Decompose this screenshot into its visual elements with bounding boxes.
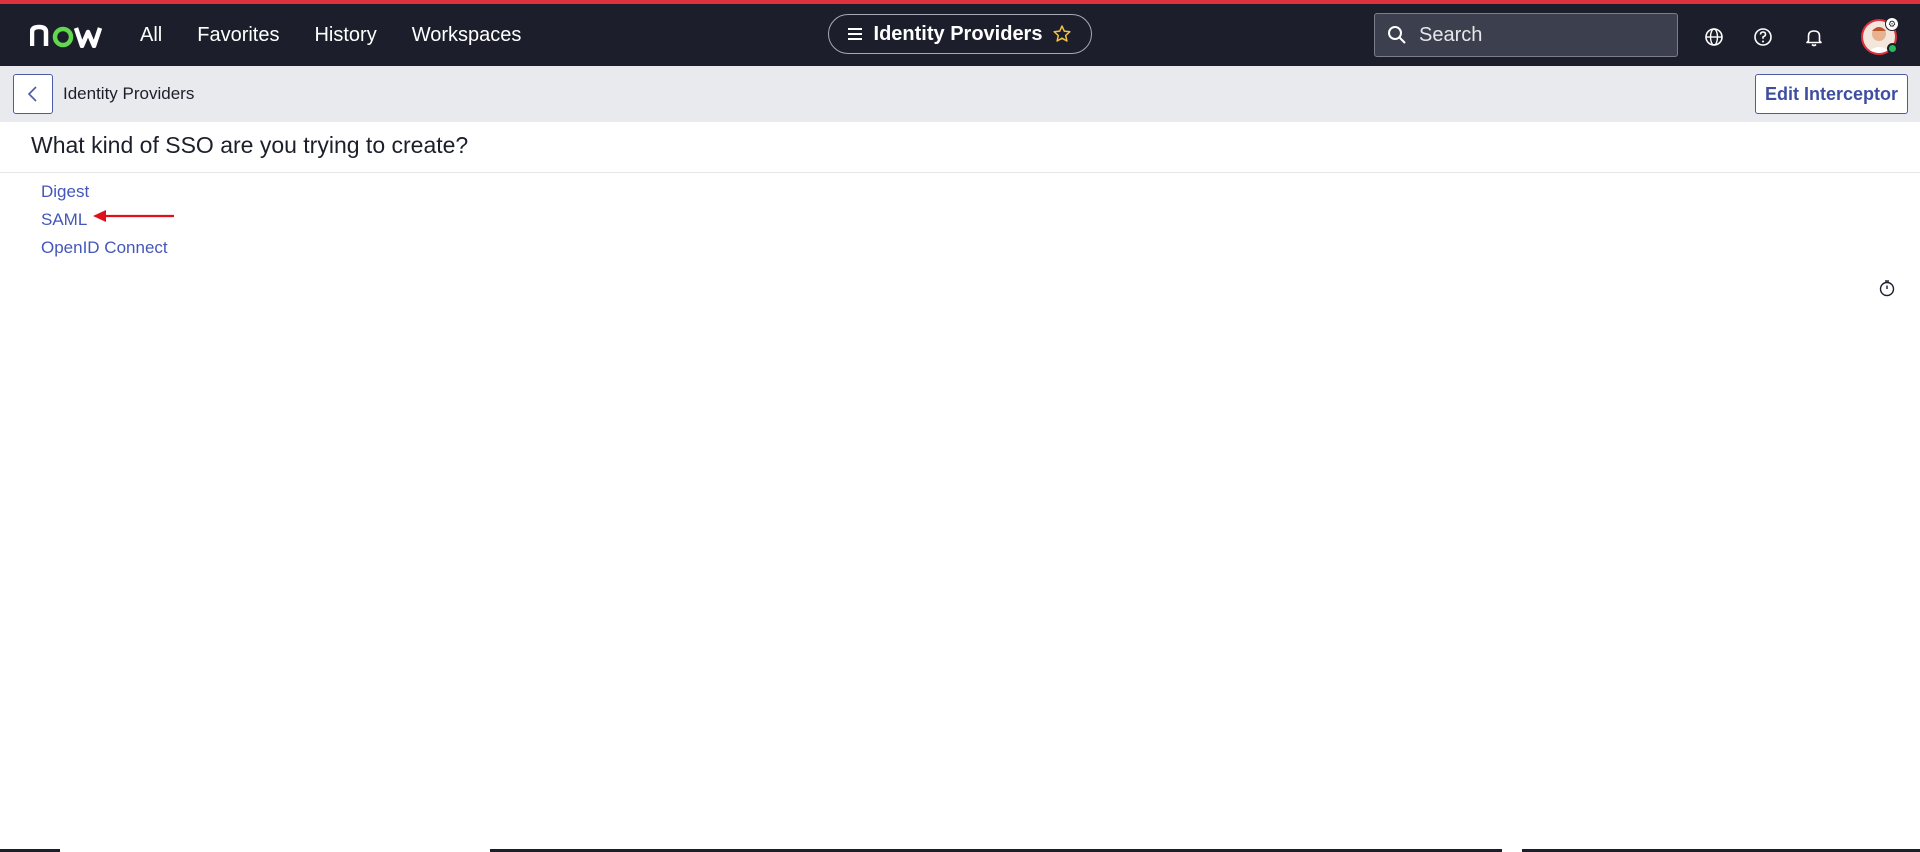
form-header: Identity Providers Edit Interceptor bbox=[0, 66, 1920, 122]
breadcrumb: Identity Providers bbox=[63, 84, 195, 103]
page-title-pill[interactable]: Identity Providers bbox=[828, 14, 1092, 54]
now-logo[interactable] bbox=[30, 18, 102, 54]
divider bbox=[0, 172, 1920, 173]
avatar-badge-icon: ⚙ bbox=[1885, 17, 1899, 31]
back-chevron-icon bbox=[27, 86, 37, 102]
bell-icon[interactable] bbox=[1803, 26, 1825, 48]
search-box[interactable] bbox=[1374, 13, 1678, 57]
page-title: Identity Providers bbox=[873, 22, 1043, 45]
annotation-arrow-icon bbox=[93, 210, 174, 222]
list-icon bbox=[847, 28, 864, 40]
globe-icon[interactable] bbox=[1703, 26, 1725, 48]
top-navigation-bar: All Favorites History Workspaces Identit… bbox=[0, 0, 1920, 66]
sso-question-heading: What kind of SSO are you trying to creat… bbox=[31, 132, 469, 158]
nav-favorites[interactable]: Favorites bbox=[197, 24, 279, 47]
search-icon bbox=[1388, 26, 1406, 44]
timer-icon[interactable] bbox=[1878, 279, 1896, 297]
star-icon[interactable] bbox=[1052, 24, 1072, 44]
search-input[interactable] bbox=[1419, 23, 1659, 47]
edit-interceptor-button[interactable]: Edit Interceptor bbox=[1755, 74, 1908, 114]
now-logo-icon bbox=[30, 24, 102, 48]
back-button[interactable] bbox=[13, 74, 53, 114]
help-icon[interactable] bbox=[1752, 26, 1774, 48]
nav-history[interactable]: History bbox=[314, 24, 376, 47]
nav-workspaces[interactable]: Workspaces bbox=[412, 24, 522, 47]
option-digest[interactable]: Digest bbox=[41, 178, 168, 206]
nav-all[interactable]: All bbox=[140, 24, 162, 47]
option-openid-connect[interactable]: OpenID Connect bbox=[41, 234, 168, 262]
online-status-dot bbox=[1887, 43, 1898, 54]
main-nav: All Favorites History Workspaces bbox=[140, 4, 521, 66]
